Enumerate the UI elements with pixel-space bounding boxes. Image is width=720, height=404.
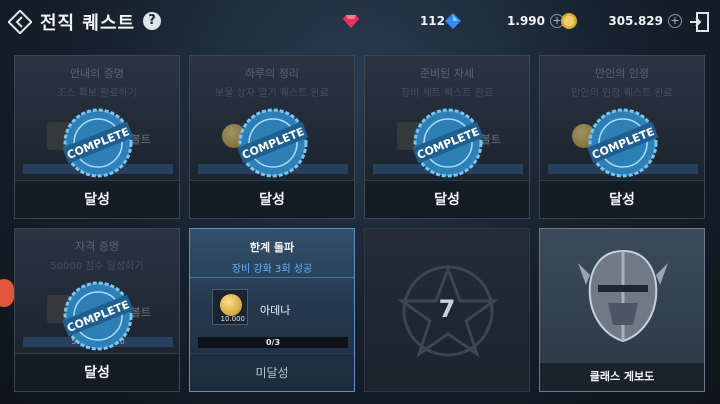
complete-stamp-icon: COMPLETE xyxy=(587,108,659,178)
quest-desc: 만인의 인정 퀘스트 완료 xyxy=(571,88,673,99)
quest-card-3[interactable]: 준비된 자세 장비 세트 퀘스트 완료 사일 볼트 1/1 COMPLETE 달… xyxy=(364,55,530,219)
adena-coin-icon xyxy=(220,294,242,316)
side-menu-tab[interactable] xyxy=(0,279,14,307)
complete-stamp-icon: COMPLETE xyxy=(237,108,309,178)
status-label: 달성 xyxy=(15,180,179,218)
quest-name: 하루의 정리 xyxy=(244,67,300,80)
gold-coin-icon xyxy=(561,13,577,29)
exit-icon[interactable] xyxy=(688,11,710,33)
gold-amount: 305.829 xyxy=(608,14,663,28)
status-label: 미달성 xyxy=(190,353,354,391)
page-title: 전직 퀘스트 xyxy=(40,13,136,34)
blue-diamond-icon xyxy=(445,13,461,29)
quest-name: 안내의 증명 xyxy=(69,67,125,80)
quest-desc: 장비 강화 3회 성공 xyxy=(231,264,313,275)
help-button[interactable]: ? xyxy=(143,12,161,30)
quest-name: 한계 돌파 xyxy=(249,241,295,254)
back-icon[interactable] xyxy=(8,10,32,34)
locked-quest-card: 7 xyxy=(364,228,530,392)
quest-card-1[interactable]: 안내의 증명 조스 확보 완료하기 사일 볼트 200/200 COMPLETE… xyxy=(14,55,180,219)
quest-card-active[interactable]: 한계 돌파 장비 강화 3회 성공 10.000 아데나 0/3 미달성 xyxy=(189,228,355,392)
quest-number: 7 xyxy=(438,295,456,323)
currency-ruby: 112 xyxy=(343,11,445,31)
quest-desc: 조스 확보 완료하기 xyxy=(57,88,137,99)
reward-qty: 10.000 xyxy=(220,315,246,323)
complete-stamp-icon: COMPLETE xyxy=(412,108,484,178)
reward-name: 아데나 xyxy=(260,304,291,317)
progress-bar: 0/3 xyxy=(198,337,348,348)
quest-name: 자격 증명 xyxy=(75,240,119,253)
status-label: 달성 xyxy=(540,180,704,218)
quest-desc: 보물 상자 열기 퀘스트 완료 xyxy=(215,88,329,99)
status-label: 달성 xyxy=(365,180,529,218)
ruby-amount: 112 xyxy=(419,14,445,28)
reward-item-slot[interactable]: 10.000 xyxy=(212,289,248,325)
currency-diamond: 1.990 + xyxy=(445,11,564,31)
class-board-card[interactable]: 클래스 게보도 xyxy=(539,228,705,392)
quest-desc: 50000 점수 달성하기 xyxy=(50,261,144,272)
status-label: 달성 xyxy=(15,353,179,391)
quest-name: 준비된 자세 xyxy=(419,67,475,80)
complete-stamp-icon: COMPLETE xyxy=(62,108,134,178)
knight-helmet-icon xyxy=(578,249,668,343)
quest-name: 만인의 인정 xyxy=(594,67,650,80)
header: 전직 퀘스트 ? 112 1.990 + 305.829 + xyxy=(0,0,720,44)
class-board-button[interactable]: 클래스 게보도 xyxy=(540,363,704,391)
currency-gold: 305.829 + xyxy=(560,11,682,31)
complete-stamp-icon: COMPLETE xyxy=(62,281,134,351)
quest-card-4[interactable]: 만인의 인정 만인의 인정 퀘스트 완료 5/5 COMPLETE 달성 xyxy=(539,55,705,219)
status-label: 달성 xyxy=(190,180,354,218)
diamond-amount: 1.990 xyxy=(507,14,545,28)
add-gold-button[interactable]: + xyxy=(668,14,682,28)
quest-card-2[interactable]: 하루의 정리 보물 상자 열기 퀘스트 완료 1/1 COMPLETE 달성 xyxy=(189,55,355,219)
ruby-gem-icon xyxy=(343,15,359,28)
quest-desc: 장비 세트 퀘스트 완료 xyxy=(400,88,494,99)
divider xyxy=(190,277,354,278)
quest-card-5[interactable]: 자격 증명 50000 점수 달성하기 사일 볼트 50000/50000 CO… xyxy=(14,228,180,392)
